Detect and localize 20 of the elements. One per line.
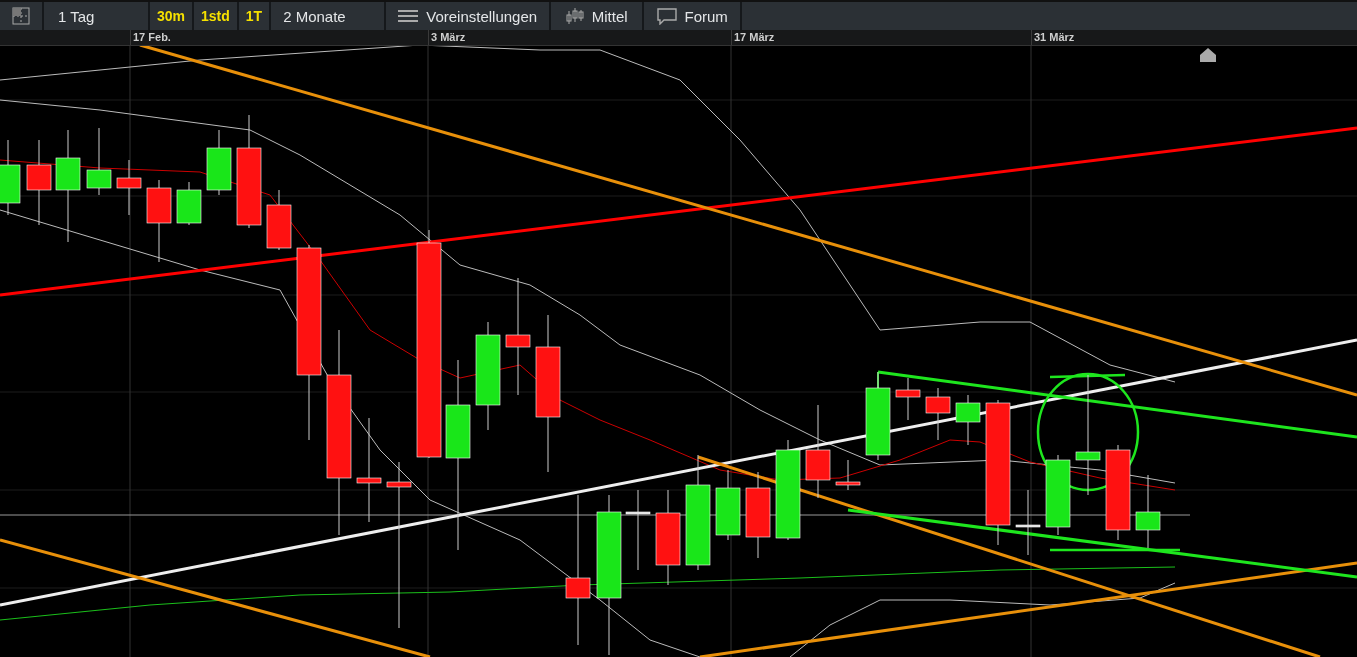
candle xyxy=(1015,489,1041,556)
date-label: 17 März xyxy=(734,31,775,43)
candle xyxy=(206,129,232,196)
candle xyxy=(116,159,142,216)
candle xyxy=(176,181,202,226)
candle xyxy=(895,377,921,421)
chat-bubble-icon xyxy=(656,7,677,25)
marker-icon[interactable] xyxy=(1200,48,1216,62)
candle xyxy=(86,127,112,196)
date-label: 17 Feb. xyxy=(133,31,171,43)
date-label: 3 März xyxy=(431,31,466,43)
candle xyxy=(955,394,981,446)
sliders-icon xyxy=(398,8,419,24)
candle xyxy=(835,459,861,491)
candle xyxy=(925,387,951,441)
candle xyxy=(715,469,741,541)
candlestick-icon xyxy=(565,7,584,25)
date-label: 31 März xyxy=(1034,31,1075,43)
grid-layout-icon xyxy=(12,7,30,25)
candle xyxy=(266,189,292,251)
